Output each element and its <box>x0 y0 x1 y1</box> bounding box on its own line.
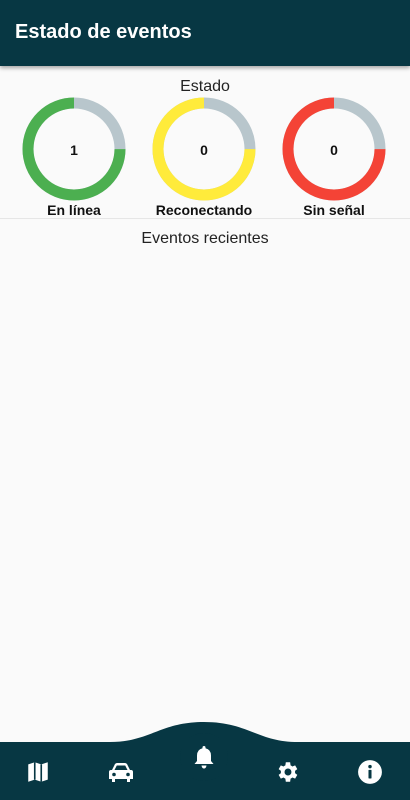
car-icon <box>109 763 133 782</box>
page-title: Estado de eventos <box>15 21 192 43</box>
reconnecting-count: 0 <box>200 142 208 158</box>
online-label: En línea <box>47 202 101 218</box>
gauge-online[interactable]: 1 En línea <box>9 95 139 220</box>
nav-settings-button[interactable] <box>267 752 307 792</box>
info-icon <box>358 760 382 784</box>
reconnecting-label: Reconectando <box>155 202 253 218</box>
app-bar: Estado de eventos <box>0 0 410 66</box>
gauge-no-signal[interactable]: 0 Sin señal <box>269 95 399 220</box>
section-divider <box>0 218 410 219</box>
no-signal-label: Sin señal <box>303 202 365 218</box>
map-icon <box>28 762 48 782</box>
bell-icon <box>194 746 214 769</box>
recent-events-title: Eventos recientes <box>141 230 269 247</box>
no-signal-count: 0 <box>330 142 338 158</box>
recent-events-list <box>0 256 410 716</box>
nav-map-button[interactable] <box>18 752 58 792</box>
gear-icon <box>278 762 298 782</box>
gauge-reconnecting[interactable]: 0 Reconectando <box>139 95 269 220</box>
nav-info-button[interactable] <box>350 752 390 792</box>
app-screen: Estado de eventos Estado 1 En línea 0 Re… <box>0 0 410 800</box>
nav-events-button[interactable] <box>180 733 228 781</box>
nav-vehicles-button[interactable] <box>101 752 141 792</box>
online-count: 1 <box>70 142 78 158</box>
status-section-title: Estado <box>180 78 230 95</box>
bottom-navigation <box>0 718 410 800</box>
